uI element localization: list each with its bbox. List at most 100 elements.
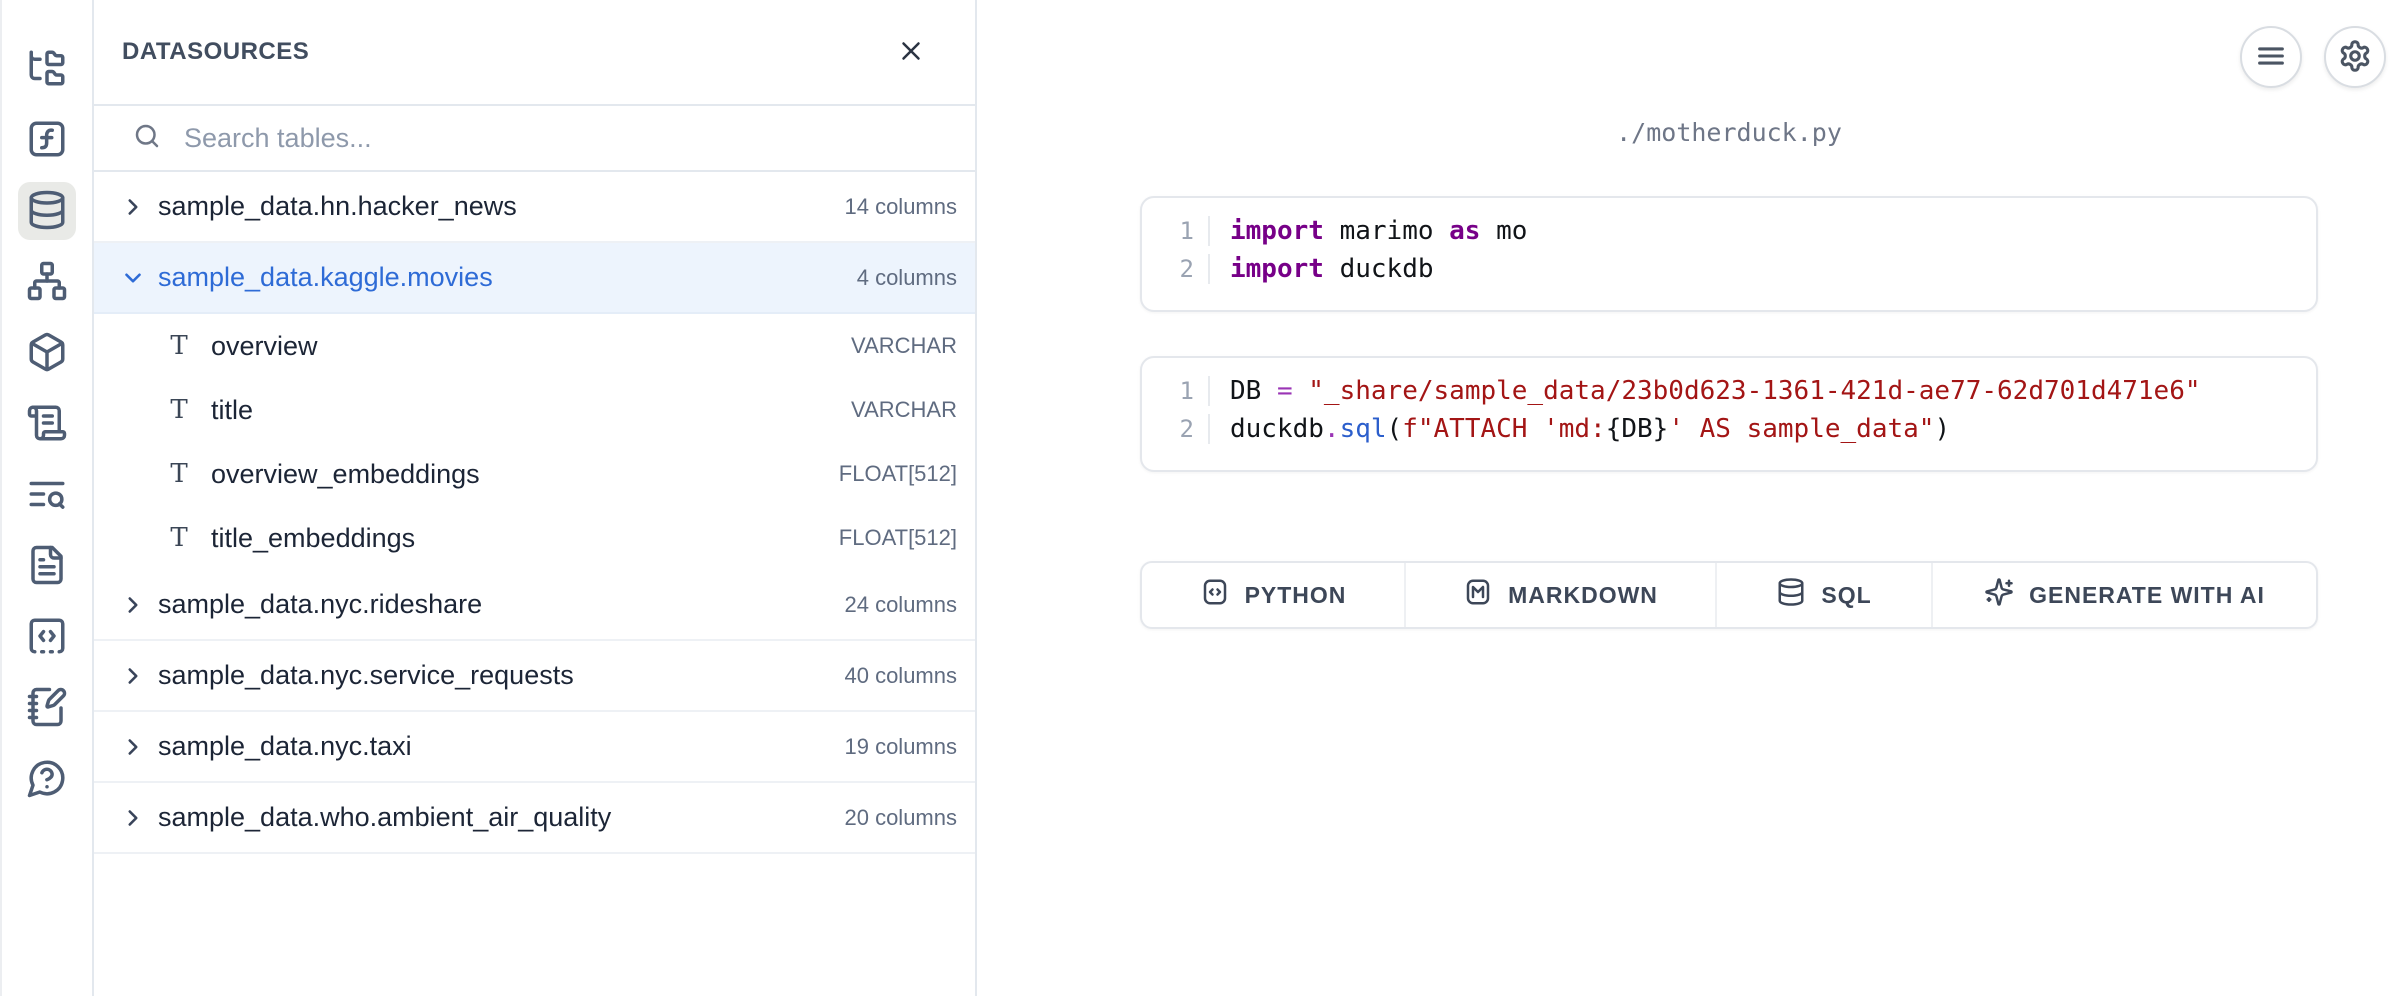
chevron-right-icon <box>120 605 146 622</box>
table-column-count: 19 columns <box>844 734 957 760</box>
notebook-filename: ./motherduck.py <box>1140 118 2318 147</box>
chat-help-icon <box>26 757 68 802</box>
add-sql-button[interactable]: SQL <box>1717 563 1933 627</box>
table-column-count: 24 columns <box>844 592 957 618</box>
panel-title: DATASOURCES <box>122 38 309 66</box>
cells-container: 1 import marimo as mo 2 import duckdb 1 DB = … <box>1140 196 2318 472</box>
search-tables-input[interactable] <box>184 123 955 154</box>
chevron-right-icon <box>120 676 146 693</box>
table-name: sample_data.who.ambient_air_quality <box>158 802 611 833</box>
text-type-icon: T <box>167 395 191 425</box>
app-window: DATASOURCES sample_data.hn.hacker_news14… <box>0 0 2399 996</box>
add-button-label: GENERATE WITH AI <box>2029 582 2265 609</box>
code-line: 2 duckdb.sql(f"ATTACH 'md:{DB}' AS sample… <box>1142 414 2316 452</box>
tables-list: sample_data.hn.hacker_news14 columnssamp… <box>94 172 975 996</box>
code-cell[interactable]: 1 DB = "_share/sample_data/23b0d623-1361-… <box>1140 356 2318 472</box>
table-row[interactable]: sample_data.kaggle.movies 4 columns <box>94 243 975 314</box>
text-type-icon: T <box>167 331 191 361</box>
datasources-panel: DATASOURCES sample_data.hn.hacker_news 14… <box>92 0 977 996</box>
chevron-down-icon <box>120 278 146 295</box>
table-name: sample_data.hn.hacker_news <box>158 191 517 222</box>
close-panel-button[interactable] <box>891 32 931 72</box>
code-cell[interactable]: 1 import marimo as mo 2 import duckdb <box>1140 196 2318 312</box>
table-name: sample_data.nyc.service_requests <box>158 660 574 691</box>
line-number: 2 <box>1142 255 1194 283</box>
code-line: 2 import duckdb <box>1142 254 2316 292</box>
code-snippet-icon <box>26 615 68 660</box>
code-line: 1 DB = "_share/sample_data/23b0d623-1361-… <box>1142 376 2316 414</box>
search-bar <box>94 106 975 172</box>
column-type: FLOAT[512] <box>839 525 957 551</box>
sidebar-item-logs[interactable] <box>18 395 76 453</box>
sidebar-item-tracebacks[interactable] <box>18 466 76 524</box>
column-name: overview_embeddings <box>211 459 480 490</box>
table-row[interactable]: sample_data.hn.hacker_news 14 columns <box>94 172 975 243</box>
list-search-icon <box>26 473 68 518</box>
chevron-right-icon <box>120 207 146 224</box>
notebook-area: ./motherduck.py 1 import marimo as mo 2 imp… <box>977 0 2399 996</box>
add-python-button[interactable]: PYTHON <box>1142 563 1406 627</box>
add-button-label: PYTHON <box>1245 582 1347 609</box>
column-type: FLOAT[512] <box>839 461 957 487</box>
column-name: overview <box>211 331 318 362</box>
column-row[interactable]: Ttitle_embeddingsFLOAT[512] <box>94 506 975 570</box>
column-name: title <box>211 395 253 426</box>
table-name: sample_data.nyc.rideshare <box>158 589 482 620</box>
table-row[interactable]: sample_data.nyc.rideshare 24 columns <box>94 570 975 641</box>
column-row[interactable]: Toverview VARCHAR <box>94 314 975 378</box>
notebook-content: ./motherduck.py 1 import marimo as mo 2 imp… <box>1140 0 2318 629</box>
panel-header: DATASOURCES <box>94 0 975 106</box>
column-row[interactable]: Toverview_embeddings FLOAT[512] <box>94 442 975 506</box>
table-row[interactable]: sample_data.nyc.service_requests 40 colum… <box>94 641 975 712</box>
table-column-count: 4 columns <box>857 265 957 291</box>
table-name: sample_data.nyc.taxi <box>158 731 412 762</box>
code-text: import marimo as mo <box>1208 216 2316 246</box>
add-generate-with-ai-button[interactable]: GENERATE WITH AI <box>1933 563 2316 627</box>
sidebar-item-file-explorer[interactable] <box>18 40 76 98</box>
close-icon <box>896 36 926 69</box>
table-column-count: 40 columns <box>844 663 957 689</box>
gear-icon <box>2338 39 2372 76</box>
table-column-count: 14 columns <box>844 194 957 220</box>
database-icon <box>26 189 68 234</box>
sidebar-item-dependencies[interactable] <box>18 253 76 311</box>
column-type: VARCHAR <box>851 333 957 359</box>
folder-tree-icon <box>26 47 68 92</box>
chevron-right-icon <box>120 747 146 764</box>
text-type-icon: T <box>167 459 191 489</box>
line-number: 2 <box>1142 415 1194 443</box>
database-icon <box>1776 577 1806 613</box>
code-text: import duckdb <box>1208 254 2316 284</box>
code-text: DB = "_share/sample_data/23b0d623-1361-4… <box>1208 376 2316 406</box>
chevron-right-icon <box>120 818 146 835</box>
add-button-label: SQL <box>1821 582 1871 609</box>
box-icon <box>26 331 68 376</box>
code-text: duckdb.sql(f"ATTACH 'md:{DB}' AS sample_… <box>1208 414 2316 444</box>
settings-button[interactable] <box>2324 26 2386 88</box>
column-row[interactable]: TtitleVARCHAR <box>94 378 975 442</box>
activity-rail <box>0 0 92 996</box>
code-line: 1 import marimo as mo <box>1142 216 2316 254</box>
network-icon <box>26 260 68 305</box>
table-row[interactable]: sample_data.nyc.taxi 19 columns <box>94 712 975 783</box>
sidebar-item-variables[interactable] <box>18 111 76 169</box>
sidebar-item-packages[interactable] <box>18 324 76 382</box>
line-number: 1 <box>1142 377 1194 405</box>
add-button-label: MARKDOWN <box>1508 582 1658 609</box>
sidebar-item-help[interactable] <box>18 750 76 808</box>
add-markdown-button[interactable]: MARKDOWN <box>1406 563 1717 627</box>
code-square-icon <box>1200 577 1230 613</box>
scroll-text-icon <box>26 402 68 447</box>
file-text-icon <box>26 544 68 589</box>
line-number: 1 <box>1142 217 1194 245</box>
add-cell-bar: PYTHON MARKDOWN SQL GENERATE WITH AI <box>1140 561 2318 629</box>
text-type-icon: T <box>167 523 191 553</box>
sidebar-item-documentation[interactable] <box>18 537 76 595</box>
sidebar-item-datasources[interactable] <box>18 182 76 240</box>
sparkles-icon <box>1984 577 2014 613</box>
notebook-pen-icon <box>26 686 68 731</box>
table-name: sample_data.kaggle.movies <box>158 262 493 293</box>
sidebar-item-snippets[interactable] <box>18 608 76 666</box>
table-row[interactable]: sample_data.who.ambient_air_quality20 co… <box>94 783 975 854</box>
sidebar-item-scratchpad[interactable] <box>18 679 76 737</box>
